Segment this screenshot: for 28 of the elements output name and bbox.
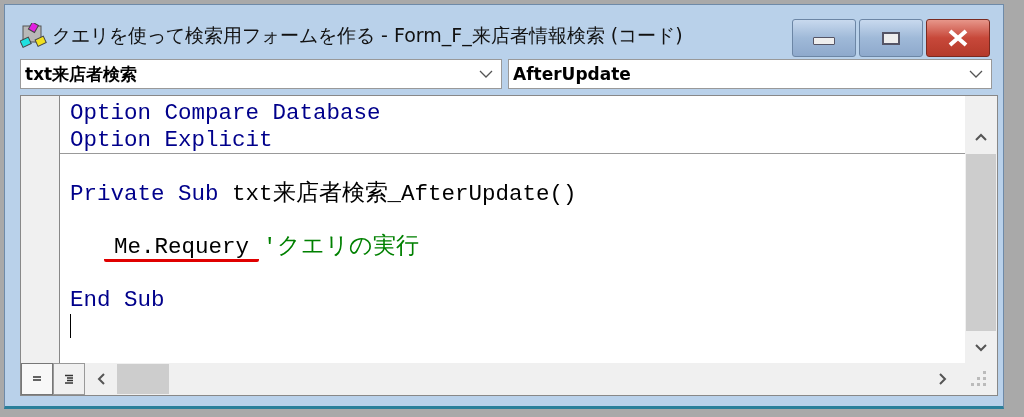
lines-icon — [63, 374, 75, 384]
chevron-down-icon — [974, 343, 988, 353]
window-title: クエリを使って検索用フォームを作る - Form_F_来店者情報検索 (コード) — [52, 23, 684, 49]
resize-grip-icon[interactable] — [971, 371, 987, 387]
scrollbar-thumb[interactable] — [966, 154, 996, 331]
code-text: Option Explicit — [70, 126, 273, 153]
scrollbar-thumb[interactable] — [117, 364, 169, 394]
object-dropdown[interactable]: txt来店者検索 — [20, 59, 502, 89]
chevron-left-icon — [96, 372, 106, 386]
procedure-dropdown[interactable]: AfterUpdate — [508, 59, 992, 89]
code-text: Me.Requery — [104, 234, 260, 262]
procedure-view-button[interactable] — [21, 363, 53, 395]
close-icon — [947, 29, 969, 47]
code-text: End Sub — [70, 286, 165, 313]
close-button[interactable] — [926, 19, 990, 57]
chevron-down-icon — [479, 69, 493, 79]
app-icon — [20, 23, 48, 49]
code-text: 'クエリの実行 — [263, 233, 419, 260]
chevron-up-icon — [974, 132, 988, 142]
lines-icon — [31, 375, 43, 383]
code-text: Private Sub — [70, 180, 220, 207]
full-module-view-button[interactable] — [53, 363, 85, 395]
chevron-right-icon — [938, 372, 948, 386]
minimize-button[interactable] — [792, 19, 856, 57]
code-text: Option Compare Database — [70, 100, 381, 127]
chevron-down-icon — [969, 69, 983, 79]
code-text: txt来店者検索_AfterUpdate() — [232, 180, 577, 207]
maximize-button[interactable] — [859, 19, 923, 57]
